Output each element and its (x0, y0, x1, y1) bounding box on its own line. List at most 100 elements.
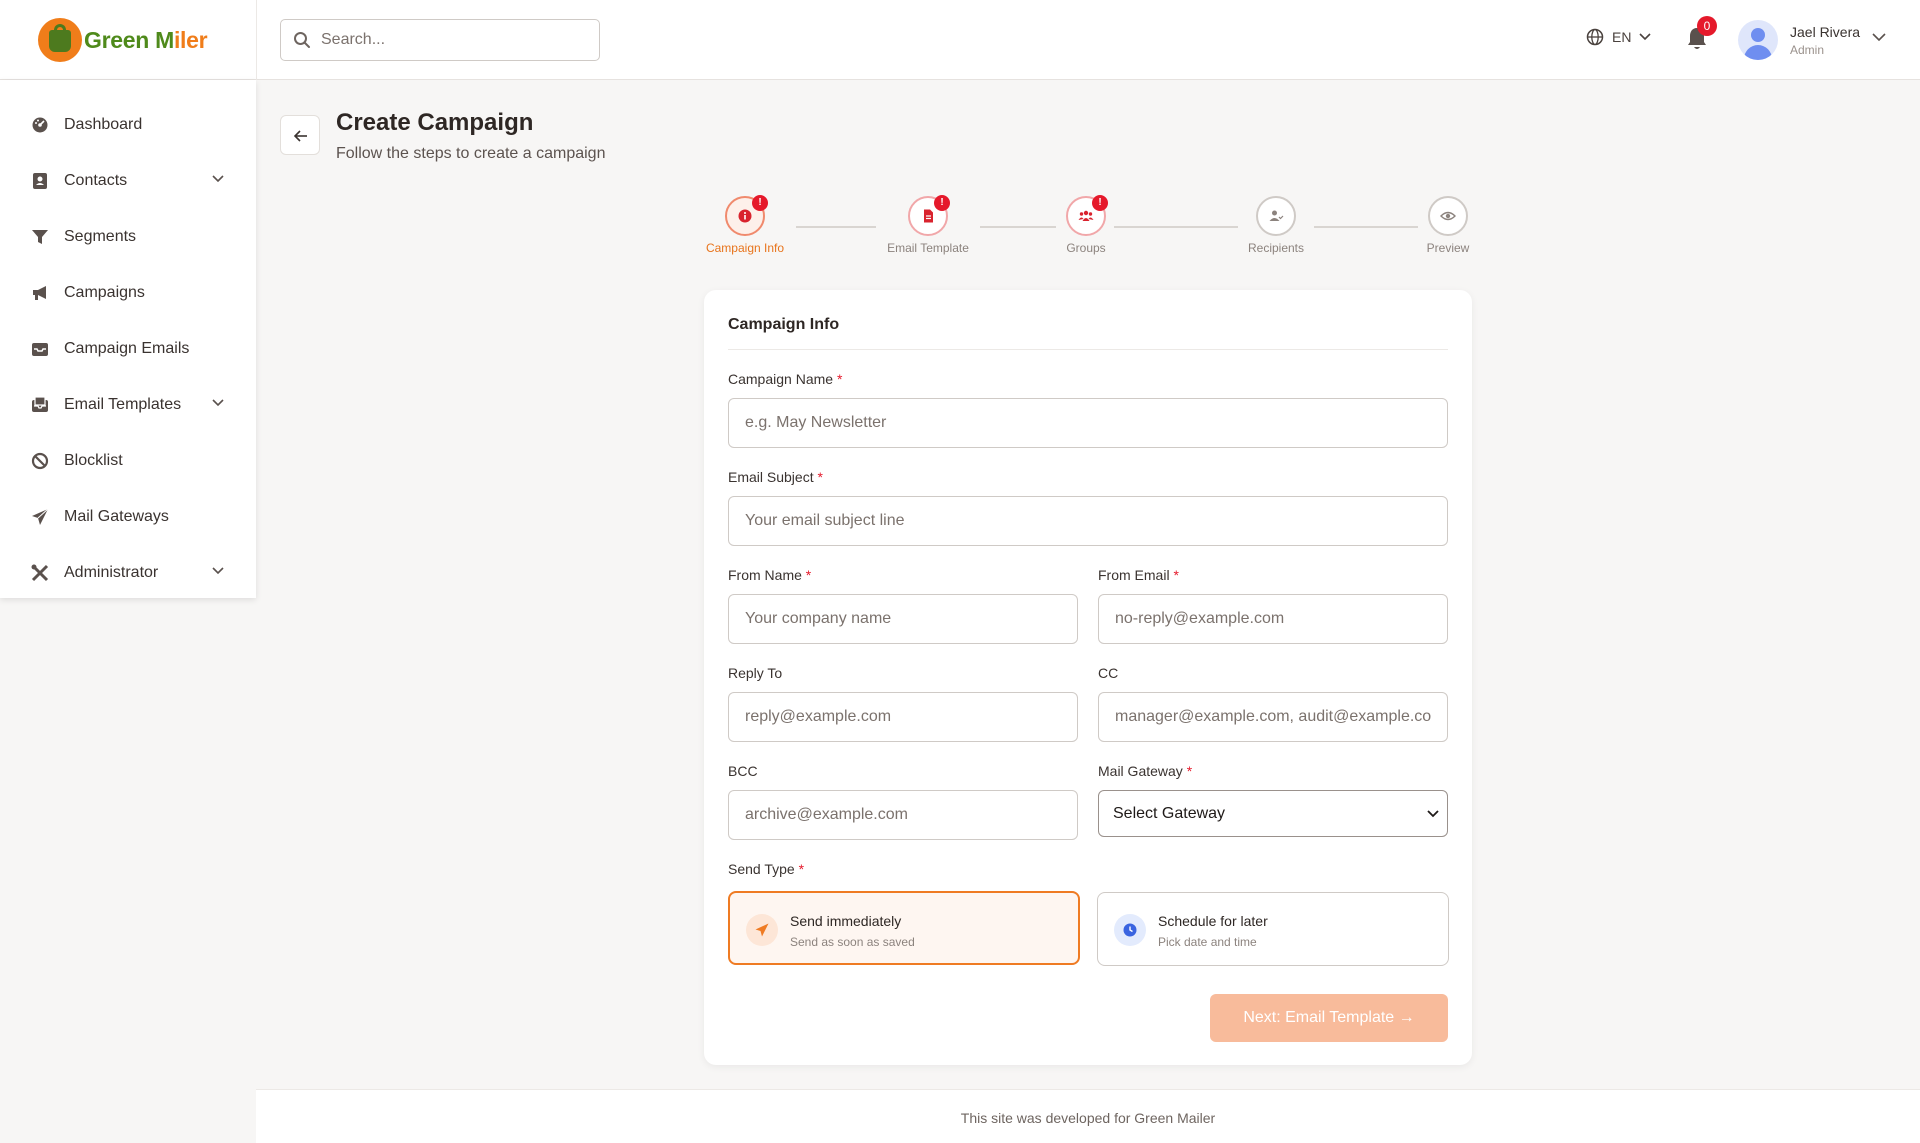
schedule-later-option[interactable]: Schedule for later Pick date and time (1097, 892, 1449, 966)
reply-to-label: Reply To (728, 665, 783, 681)
step-label: Preview (1426, 241, 1470, 255)
option-subtitle: Send as soon as saved (790, 935, 915, 949)
inbox-icon (32, 343, 48, 356)
next-email-template-button[interactable]: Next: Email Template → (1210, 994, 1448, 1042)
page-subtitle: Follow the steps to create a campaign (336, 145, 606, 162)
footer: This site was developed for Green Mailer (256, 1089, 1920, 1143)
sidebar-item-label: Campaigns (64, 284, 145, 301)
user-menu-chevron-icon[interactable] (1872, 33, 1886, 42)
document-icon (924, 209, 933, 223)
users-icon (1078, 210, 1094, 221)
arrow-left-icon (293, 130, 307, 142)
step-label: Campaign Info (705, 241, 785, 255)
header-divider (256, 0, 257, 80)
sidebar-item-segments[interactable]: Segments (0, 209, 256, 265)
sidebar-item-contacts[interactable]: Contacts (0, 153, 256, 209)
cc-input[interactable] (1098, 692, 1448, 742)
user-name: Jael Rivera (1790, 24, 1861, 40)
step-recipients[interactable] (1256, 196, 1296, 236)
clock-icon (1114, 914, 1146, 946)
sidebar: Dashboard Contacts Segments Campaigns Ca… (0, 80, 256, 598)
shopping-bag-logo-icon (38, 18, 82, 62)
card-title: Campaign Info (728, 316, 840, 333)
sidebar-item-label: Email Templates (64, 396, 182, 413)
top-header: Green Miler EN 0 Jael Rivera Admin (0, 0, 1920, 80)
campaign-name-input[interactable] (728, 398, 1448, 448)
notification-count-badge: 0 (1697, 16, 1717, 36)
sidebar-item-mail-gateways[interactable]: Mail Gateways (0, 489, 256, 545)
tools-icon (31, 564, 49, 582)
sidebar-item-email-templates[interactable]: Email Templates (0, 377, 256, 433)
send-type-label: Send Type * (728, 861, 805, 877)
megaphone-icon (33, 286, 46, 300)
user-check-icon (1269, 210, 1284, 221)
option-subtitle: Pick date and time (1158, 935, 1257, 949)
user-role: Admin (1790, 43, 1825, 57)
reply-to-input[interactable] (728, 692, 1078, 742)
step-error-badge: ! (1092, 195, 1108, 211)
language-selector[interactable]: EN (1586, 28, 1659, 46)
eye-icon (1440, 211, 1456, 221)
sidebar-item-label: Segments (64, 228, 137, 245)
sidebar-item-label: Contacts (64, 172, 128, 189)
sidebar-item-campaign-emails[interactable]: Campaign Emails (0, 321, 256, 377)
chevron-down-icon (212, 567, 224, 575)
send-icon (32, 508, 49, 525)
template-icon (32, 396, 48, 412)
search-icon (294, 32, 310, 48)
step-preview[interactable] (1428, 196, 1468, 236)
chevron-down-icon (212, 399, 224, 407)
cc-label: CC (1098, 665, 1119, 681)
chevron-down-icon (1639, 33, 1652, 41)
step-label: Email Template (887, 241, 969, 255)
language-code: EN (1612, 29, 1632, 45)
mail-gateway-label: Mail Gateway * (1098, 763, 1193, 779)
sidebar-item-blocklist[interactable]: Blocklist (0, 433, 256, 489)
filter-icon (32, 230, 48, 244)
sidebar-item-label: Administrator (64, 564, 159, 581)
block-icon (31, 452, 49, 470)
from-email-label: From Email * (1098, 567, 1179, 583)
back-button[interactable] (280, 115, 320, 155)
dashboard-icon (32, 117, 48, 133)
bcc-label: BCC (728, 763, 758, 779)
chevron-down-icon (212, 175, 224, 183)
step-error-badge: ! (934, 195, 950, 211)
campaign-name-label: Campaign Name * (728, 371, 843, 387)
option-title: Send immediately (790, 913, 902, 929)
search-box[interactable] (280, 19, 600, 61)
sidebar-item-label: Dashboard (64, 116, 143, 133)
footer-text: This site was developed for Green Mailer (960, 1110, 1216, 1126)
info-icon (738, 209, 752, 223)
step-label: Recipients (1247, 241, 1305, 255)
campaign-info-card: Campaign Info Campaign Name * Email Subj… (704, 290, 1472, 1065)
globe-icon (1586, 28, 1604, 46)
sidebar-item-label: Blocklist (64, 452, 123, 469)
stepper-connector (796, 226, 876, 228)
option-title: Schedule for later (1158, 913, 1268, 929)
stepper-connector (980, 226, 1056, 228)
sidebar-item-dashboard[interactable]: Dashboard (0, 97, 256, 153)
sidebar-item-label: Mail Gateways (64, 508, 169, 525)
email-subject-input[interactable] (728, 496, 1448, 546)
paper-plane-icon (746, 914, 778, 946)
sidebar-item-administrator[interactable]: Administrator (0, 545, 256, 601)
step-label: Groups (1066, 241, 1106, 255)
from-name-input[interactable] (728, 594, 1078, 644)
card-divider (728, 349, 1448, 350)
contacts-icon (33, 173, 47, 189)
brand-logo[interactable]: Green Miler (38, 18, 208, 62)
brand-name: Green Miler (84, 26, 208, 53)
from-email-input[interactable] (1098, 594, 1448, 644)
sidebar-item-label: Campaign Emails (64, 340, 190, 357)
stepper-connector (1114, 226, 1238, 228)
bcc-input[interactable] (728, 790, 1078, 840)
stepper-connector (1314, 226, 1418, 228)
step-error-badge: ! (752, 195, 768, 211)
send-immediately-option[interactable]: Send immediately Send as soon as saved (728, 891, 1080, 965)
sidebar-item-campaigns[interactable]: Campaigns (0, 265, 256, 321)
page-title: Create Campaign (336, 109, 534, 136)
search-input[interactable] (321, 20, 591, 60)
mail-gateway-select[interactable]: Select Gateway (1098, 790, 1448, 837)
avatar[interactable] (1738, 20, 1778, 60)
